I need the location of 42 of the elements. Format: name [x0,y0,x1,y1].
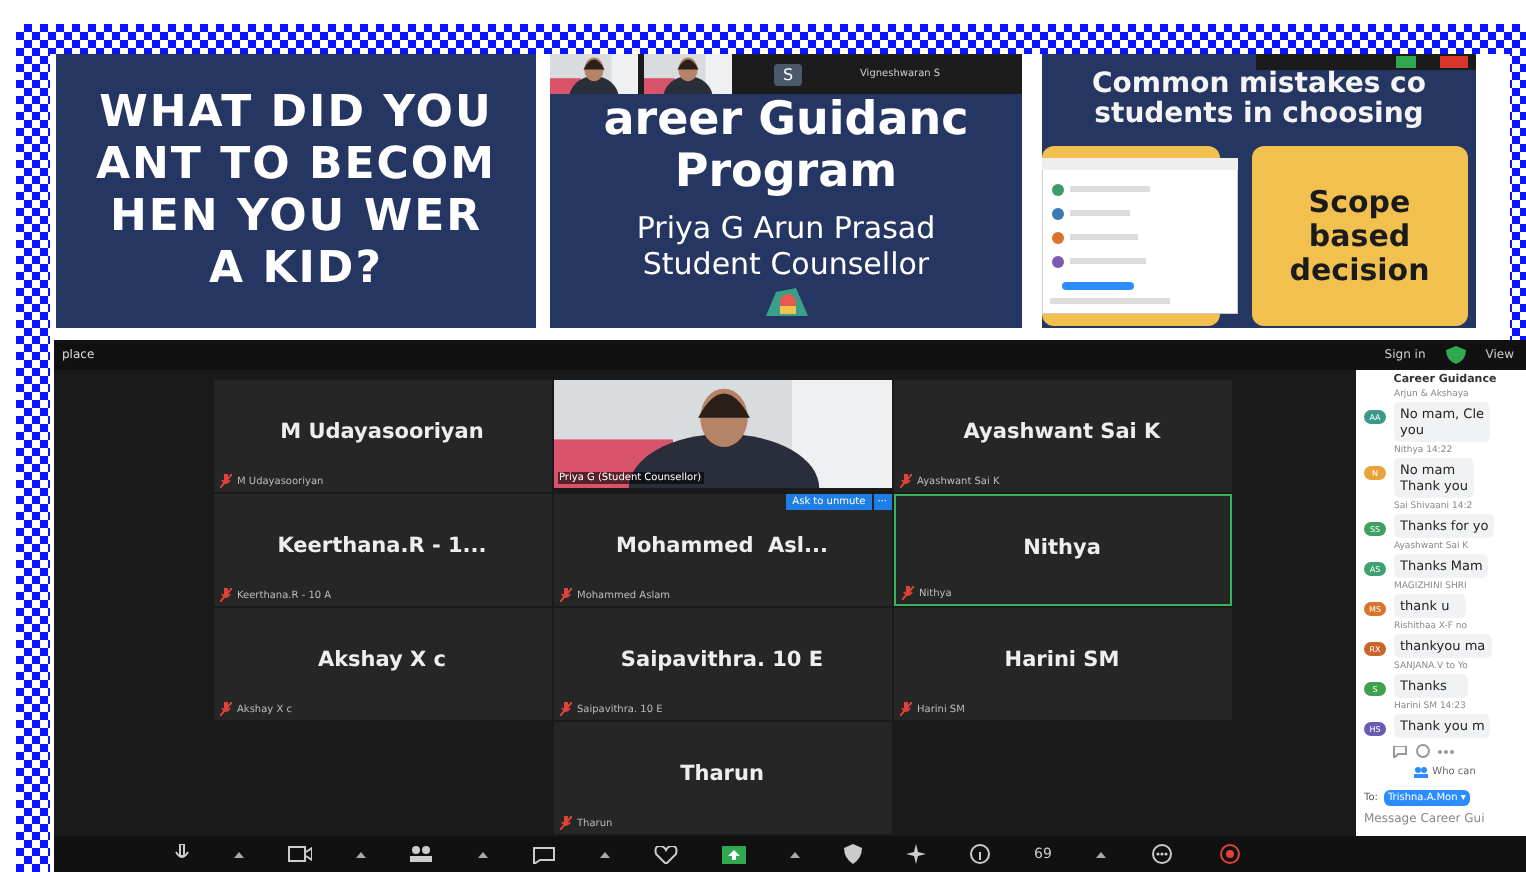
participant-name: Keerthana.R - 1... [275,534,489,558]
slide-heading: ANT TO BECOM [95,139,496,191]
emoji-icon[interactable] [1416,744,1430,758]
participant-name: M Udayasooriyan [278,420,486,444]
participants-icon[interactable] [410,846,434,862]
participant-name: Harini SM [1002,648,1122,672]
slide-subtitle: Priya G Arun Prasad [636,210,936,246]
participant-name: Tharun [678,762,766,786]
slide-heading: areer Guidanc [603,94,969,146]
slide-card: Scope based decision [1251,146,1468,326]
slide-heading: Program [674,146,898,198]
participant-name: Akshay X c [315,648,449,672]
participant-name: Mohammed Asl... [614,534,830,558]
cartoon-drawing [760,284,812,316]
caret-icon[interactable] [600,851,610,857]
slide-subtitle: Student Counsellor [642,246,930,282]
record-icon[interactable] [1217,844,1242,864]
caret-icon[interactable] [1095,851,1106,857]
info-icon[interactable] [970,844,990,864]
shield-icon[interactable] [844,844,862,864]
caret-icon[interactable] [790,851,800,857]
participant-name: Ayashwant Sai K [961,420,1163,444]
caret-icon[interactable] [356,851,366,857]
more-icon[interactable] [1149,844,1174,864]
participant-name: Saipavithra. 10 E [618,648,826,672]
slide-heading: WHAT DID YOU [99,87,493,139]
participant-name: Nithya [1021,536,1103,560]
chat-icon[interactable] [532,845,556,863]
video-camera-icon[interactable] [288,846,312,862]
slide-heading: Common mistakes co [1092,70,1426,100]
people-icon [1414,766,1429,778]
shield-icon[interactable] [1445,346,1466,364]
slide-heading: A KID? [209,243,383,295]
slide-heading: students in choosing [1094,100,1424,130]
share-screen-icon[interactable] [722,845,746,863]
slide-heading: HEN YOU WER [109,191,483,243]
sparkle-icon[interactable] [906,844,926,864]
reply-icon[interactable] [1392,745,1408,757]
heart-icon[interactable] [654,845,678,863]
caret-icon[interactable] [234,851,244,857]
avatar: S [774,63,802,85]
caret-icon[interactable] [478,851,488,857]
